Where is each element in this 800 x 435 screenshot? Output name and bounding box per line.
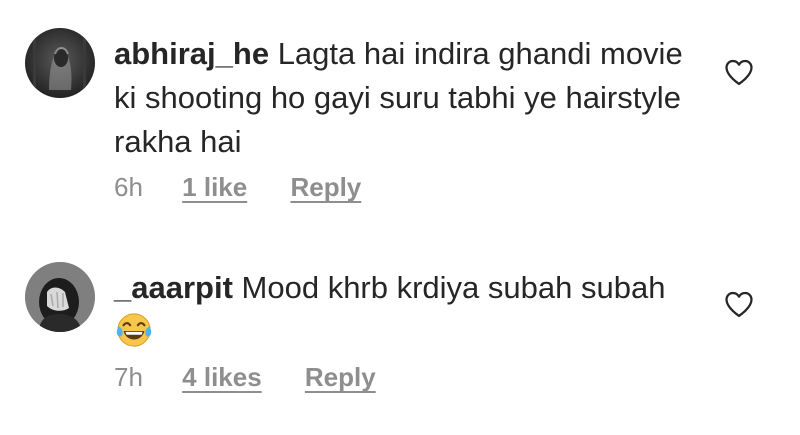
comment-body: _aaarpit Mood khrb krdiya subah subah	[114, 266, 694, 354]
person-covering-face-icon	[25, 262, 95, 332]
comment-meta: 7h 4 likes Reply	[114, 362, 376, 393]
comment-time: 6h	[114, 172, 143, 202]
comment-meta: 6h 1 like Reply	[114, 172, 361, 203]
avatar[interactable]	[25, 28, 95, 98]
hooded-figure-icon	[25, 28, 95, 98]
face-with-tears-of-joy-icon	[116, 313, 152, 347]
comment-username[interactable]: abhiraj_he	[114, 36, 269, 71]
heart-outline-icon[interactable]	[724, 290, 754, 318]
likes-count-link[interactable]: 4 likes	[182, 362, 262, 393]
reply-button[interactable]: Reply	[305, 362, 376, 393]
comment-text: Mood khrb krdiya subah subah	[241, 270, 666, 305]
comment-time: 7h	[114, 362, 143, 392]
comment-body: abhiraj_he Lagta hai indira ghandi movie…	[114, 32, 694, 164]
comment-username[interactable]: _aaarpit	[114, 270, 233, 305]
heart-outline-icon[interactable]	[724, 58, 754, 86]
avatar[interactable]	[25, 262, 95, 332]
reply-button[interactable]: Reply	[290, 172, 361, 203]
likes-count-link[interactable]: 1 like	[182, 172, 247, 203]
